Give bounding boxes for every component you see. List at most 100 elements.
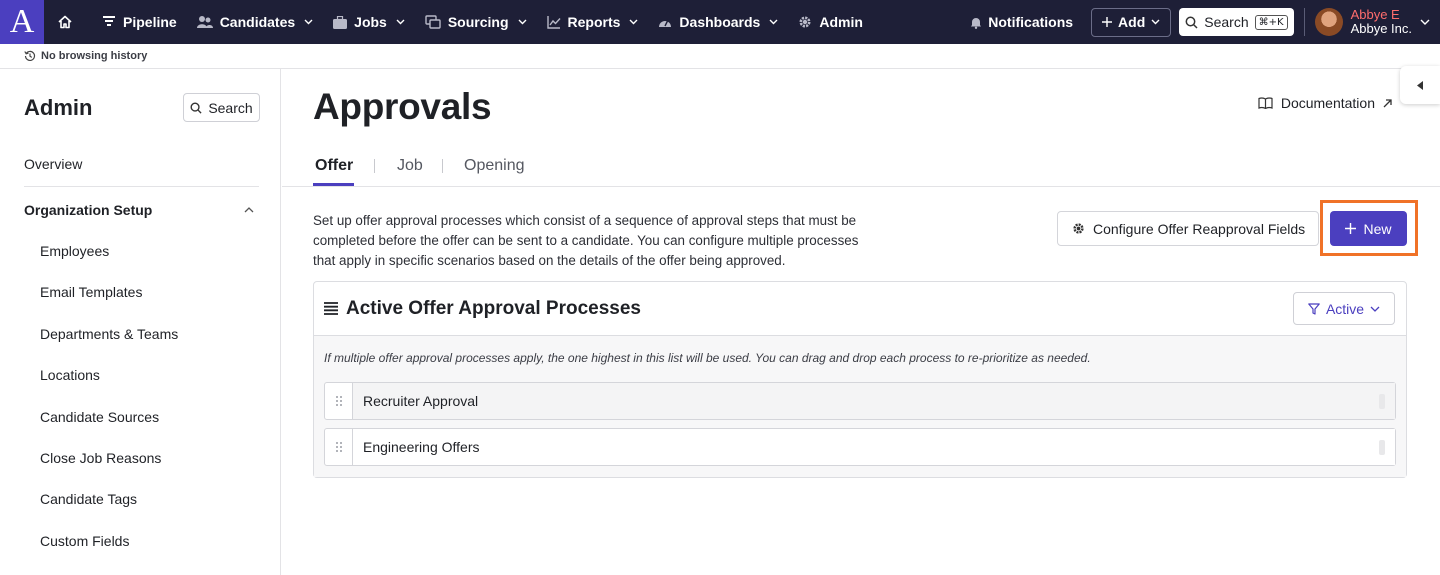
filter-label: Active xyxy=(1325,300,1365,317)
process-row[interactable]: Recruiter Approval xyxy=(324,382,1396,420)
configure-label: Configure Offer Reapproval Fields xyxy=(1093,220,1306,237)
bell-icon xyxy=(971,17,982,29)
status-filter-dropdown[interactable]: Active xyxy=(1293,292,1395,325)
documentation-label: Documentation xyxy=(1280,95,1375,111)
user-org: Abbye Inc. xyxy=(1350,21,1412,36)
sidebar-item-close-job-reasons[interactable]: Close Job Reasons xyxy=(40,450,178,491)
add-button[interactable]: Add xyxy=(1091,7,1172,37)
plus-icon xyxy=(1102,17,1113,27)
sidebar-item-custom-fields[interactable]: Custom Fields xyxy=(40,533,178,574)
tab-job[interactable]: Job xyxy=(397,157,423,175)
filter-icon xyxy=(1308,302,1320,315)
new-process-button[interactable]: New xyxy=(1330,211,1407,246)
chevron-down-icon xyxy=(1151,19,1160,25)
sidebar-search-label: Search xyxy=(208,99,253,116)
nav-dashboards-label: Dashboards xyxy=(679,14,761,30)
admin-sidebar: Admin Search Overview Organization Setup… xyxy=(0,69,281,575)
sidebar-divider xyxy=(24,186,259,187)
priority-hint: If multiple offer approval processes app… xyxy=(324,351,1091,365)
user-name: Abbye E xyxy=(1350,7,1400,22)
gear-icon xyxy=(1073,223,1084,234)
sidebar-item-overview[interactable]: Overview xyxy=(24,156,82,172)
list-icon xyxy=(324,302,338,315)
chevron-down-icon xyxy=(1370,306,1380,312)
chevron-up-icon xyxy=(244,207,254,213)
browsing-history-bar: No browsing history xyxy=(0,44,1440,69)
top-nav: A Pipeline Candidates Jobs Sourcing Repo… xyxy=(0,0,1440,44)
sourcing-icon xyxy=(425,15,441,29)
history-icon xyxy=(24,50,36,62)
process-name: Engineering Offers xyxy=(353,429,1395,465)
keyboard-shortcut: ⌘+K xyxy=(1254,14,1288,30)
search-icon xyxy=(190,102,202,114)
panel-header: Active Offer Approval Processes Active xyxy=(314,282,1406,336)
configure-reapproval-fields-button[interactable]: Configure Offer Reapproval Fields xyxy=(1057,211,1319,246)
approval-tabs: Offer Job Opening xyxy=(282,151,1440,187)
process-name: Recruiter Approval xyxy=(353,383,1395,419)
nav-dashboards[interactable]: Dashboards xyxy=(658,14,778,30)
sidebar-section-organization-setup[interactable]: Organization Setup xyxy=(24,202,254,218)
chevron-down-icon xyxy=(518,19,527,25)
section-label: Organization Setup xyxy=(24,202,153,218)
caret-left-icon xyxy=(1417,80,1423,90)
line-chart-icon xyxy=(546,15,561,29)
chevron-down-icon xyxy=(629,19,638,25)
active-processes-panel: Active Offer Approval Processes Active I… xyxy=(313,281,1407,478)
home-icon[interactable] xyxy=(48,14,82,30)
row-end-marker xyxy=(1379,440,1385,455)
nav-candidates[interactable]: Candidates xyxy=(196,14,313,30)
nav-sourcing-label: Sourcing xyxy=(447,14,509,30)
sidebar-item-email-templates[interactable]: Email Templates xyxy=(40,284,178,325)
funnel-icon xyxy=(103,16,115,26)
nav-candidates-label: Candidates xyxy=(219,14,296,30)
briefcase-icon xyxy=(333,15,348,29)
gear-icon xyxy=(799,16,811,28)
nav-admin[interactable]: Admin xyxy=(798,14,863,30)
nav-divider xyxy=(1303,8,1305,36)
sidebar-item-departments-teams[interactable]: Departments & Teams xyxy=(40,326,178,367)
gauge-icon xyxy=(659,19,672,27)
main-content: Approvals Documentation Offer Job Openin… xyxy=(282,66,1440,575)
row-end-marker xyxy=(1379,394,1385,409)
tab-opening[interactable]: Opening xyxy=(464,157,525,175)
search-icon xyxy=(1185,16,1198,29)
tab-separator xyxy=(442,159,443,173)
panel-body: If multiple offer approval processes app… xyxy=(314,336,1406,477)
app-logo[interactable]: A xyxy=(0,0,44,44)
global-search-label: Search xyxy=(1204,14,1249,30)
people-icon xyxy=(196,16,213,28)
drag-handle-icon[interactable] xyxy=(325,429,353,465)
collapse-panel-button[interactable] xyxy=(1400,66,1440,104)
sidebar-item-locations[interactable]: Locations xyxy=(40,367,178,408)
nav-sourcing[interactable]: Sourcing xyxy=(425,14,527,30)
chevron-down-icon xyxy=(769,19,778,25)
nav-jobs[interactable]: Jobs xyxy=(333,14,405,30)
new-label: New xyxy=(1363,220,1392,237)
global-search-button[interactable]: Search ⌘+K xyxy=(1179,8,1294,36)
chevron-down-icon xyxy=(304,19,313,25)
nav-pipeline[interactable]: Pipeline xyxy=(102,14,177,30)
history-text: No browsing history xyxy=(41,50,148,62)
avatar[interactable] xyxy=(1314,8,1343,36)
chevron-down-icon[interactable] xyxy=(1420,19,1430,25)
user-menu[interactable]: Abbye E Abbye Inc. xyxy=(1351,8,1412,36)
notifications-link[interactable]: Notifications xyxy=(970,14,1073,30)
tab-offer[interactable]: Offer xyxy=(315,157,353,175)
sidebar-item-candidate-sources[interactable]: Candidate Sources xyxy=(40,409,178,450)
process-row[interactable]: Engineering Offers xyxy=(324,428,1396,466)
sidebar-search-button[interactable]: Search xyxy=(183,93,260,122)
sidebar-item-employees[interactable]: Employees xyxy=(40,243,178,284)
sidebar-item-candidate-tags[interactable]: Candidate Tags xyxy=(40,491,178,532)
page-title: Approvals xyxy=(313,86,492,127)
nav-right: Notifications Add Search ⌘+K Abbye E Abb… xyxy=(970,0,1440,44)
nav-reports[interactable]: Reports xyxy=(546,14,639,30)
drag-handle-icon[interactable] xyxy=(325,383,353,419)
documentation-link[interactable]: Documentation xyxy=(1258,95,1392,111)
nav-jobs-label: Jobs xyxy=(354,14,387,30)
sidebar-list: Employees Email Templates Departments & … xyxy=(40,243,178,574)
sidebar-title: Admin xyxy=(24,95,93,120)
external-link-icon xyxy=(1383,98,1392,107)
nav-admin-label: Admin xyxy=(819,14,863,30)
chevron-down-icon xyxy=(396,19,405,25)
approval-description: Set up offer approval processes which co… xyxy=(313,213,859,268)
